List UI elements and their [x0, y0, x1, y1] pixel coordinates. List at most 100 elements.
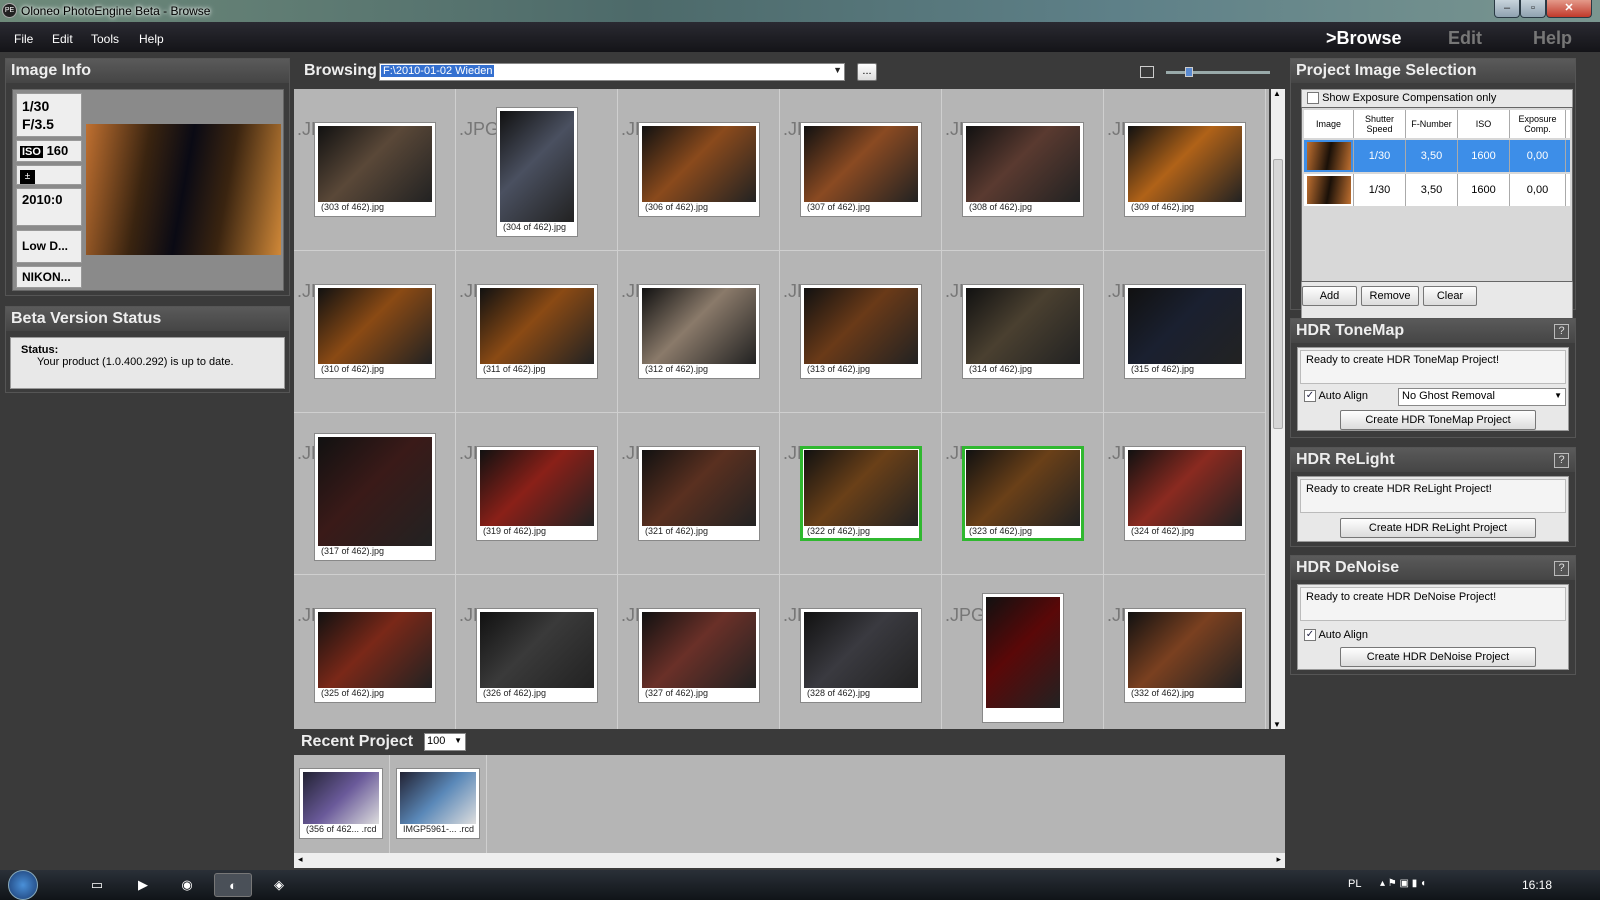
- start-button[interactable]: [8, 870, 38, 900]
- menu-tools[interactable]: Tools: [91, 32, 119, 46]
- grid-cell[interactable]: .JPG(328 of 462).jpg: [780, 575, 942, 729]
- thumbnail[interactable]: (308 of 462).jpg: [962, 122, 1084, 217]
- thumbnail[interactable]: (309 of 462).jpg: [1124, 122, 1246, 217]
- grid-cell[interactable]: .JPG(326 of 462).jpg: [456, 575, 618, 729]
- browse-folder-button[interactable]: ...: [857, 63, 877, 81]
- fit-view-icon[interactable]: [1140, 66, 1154, 78]
- grid-cell[interactable]: .JPG(317 of 462).jpg: [294, 413, 456, 575]
- thumbnail-selected[interactable]: (322 of 462).jpg: [800, 446, 922, 541]
- explorer-icon[interactable]: ▭: [78, 873, 116, 897]
- create-tonemap-button[interactable]: Create HDR ToneMap Project: [1340, 410, 1536, 430]
- recent-count-select[interactable]: 100 ▼: [424, 733, 466, 751]
- selection-column-header[interactable]: ISO: [1458, 110, 1510, 138]
- app-icon-taskbar[interactable]: ◈: [260, 873, 298, 897]
- add-button[interactable]: Add: [1302, 286, 1357, 306]
- ghost-removal-select[interactable]: No Ghost Removal ▼: [1398, 388, 1566, 406]
- grid-scrollbar[interactable]: ▲ ▼: [1271, 89, 1285, 729]
- selection-column-header[interactable]: Shutter Speed: [1354, 110, 1406, 138]
- denoise-help-button[interactable]: ?: [1554, 561, 1569, 576]
- close-button[interactable]: ✕: [1546, 0, 1592, 18]
- menu-file[interactable]: File: [14, 32, 33, 46]
- zoom-slider-track[interactable]: [1166, 67, 1270, 77]
- tonemap-auto-align-checkbox[interactable]: ✓: [1304, 390, 1316, 403]
- relight-help-button[interactable]: ?: [1554, 453, 1569, 468]
- grid-cell[interactable]: .JPG(312 of 462).jpg: [618, 251, 780, 413]
- selection-row[interactable]: 1/30 3,50 1600 0,00: [1304, 140, 1570, 172]
- thumbnail[interactable]: (319 of 462).jpg: [476, 446, 598, 541]
- create-denoise-button[interactable]: Create HDR DeNoise Project: [1340, 647, 1536, 667]
- grid-cell[interactable]: .JPG(306 of 462).jpg: [618, 89, 780, 251]
- selection-column-header[interactable]: Exposure Comp.: [1510, 110, 1566, 138]
- thumbnail[interactable]: [982, 593, 1064, 723]
- thumbnail[interactable]: (321 of 462).jpg: [638, 446, 760, 541]
- thumbnail[interactable]: (310 of 462).jpg: [314, 284, 436, 379]
- grid-cell[interactable]: .JPG(322 of 462).jpg: [780, 413, 942, 575]
- tonemap-auto-align[interactable]: ✓ Auto Align: [1304, 390, 1368, 403]
- clock[interactable]: 16:18: [1522, 878, 1552, 892]
- path-input[interactable]: F:\2010-01-02 Wieden ▼: [379, 63, 845, 81]
- maximize-button[interactable]: ▫: [1520, 0, 1546, 18]
- thumbnail[interactable]: (303 of 462).jpg: [314, 122, 436, 217]
- thumbnail[interactable]: (306 of 462).jpg: [638, 122, 760, 217]
- photoengine-icon[interactable]: ◐: [214, 873, 252, 897]
- menu-edit[interactable]: Edit: [52, 32, 73, 46]
- thumbnail-selected[interactable]: (323 of 462).jpg: [962, 446, 1084, 541]
- selection-column-header[interactable]: Image: [1304, 110, 1354, 138]
- recent-count-dropdown-icon[interactable]: ▼: [454, 736, 462, 745]
- minimize-button[interactable]: –: [1494, 0, 1520, 18]
- scroll-down-icon[interactable]: ▼: [1273, 720, 1281, 729]
- grid-cell[interactable]: .JPG(307 of 462).jpg: [780, 89, 942, 251]
- grid-cell[interactable]: .JPG(323 of 462).jpg: [942, 413, 1104, 575]
- grid-cell[interactable]: .JPG(315 of 462).jpg: [1104, 251, 1266, 413]
- create-relight-button[interactable]: Create HDR ReLight Project: [1340, 518, 1536, 538]
- grid-cell[interactable]: .JPG(309 of 462).jpg: [1104, 89, 1266, 251]
- thumbnail[interactable]: (327 of 462).jpg: [638, 608, 760, 703]
- clear-button[interactable]: Clear: [1423, 286, 1477, 306]
- scroll-left-icon[interactable]: ◂: [298, 854, 303, 865]
- grid-cell[interactable]: .JPG(313 of 462).jpg: [780, 251, 942, 413]
- show-exposure-option[interactable]: Show Exposure Compensation only: [1301, 89, 1573, 105]
- language-indicator[interactable]: PL: [1348, 878, 1361, 890]
- grid-cell[interactable]: .JPG(321 of 462).jpg: [618, 413, 780, 575]
- recent-project-item[interactable]: (356 of 462... .rcd: [294, 755, 390, 853]
- selection-column-header[interactable]: F-Number: [1406, 110, 1458, 138]
- thumbnail[interactable]: (317 of 462).jpg: [314, 433, 436, 561]
- thumbnail[interactable]: (326 of 462).jpg: [476, 608, 598, 703]
- scroll-right-icon[interactable]: ▸: [1276, 854, 1281, 865]
- mode-edit[interactable]: Edit: [1448, 28, 1482, 49]
- grid-cell[interactable]: .JPG(310 of 462).jpg: [294, 251, 456, 413]
- grid-cell[interactable]: .JPG(324 of 462).jpg: [1104, 413, 1266, 575]
- path-dropdown-icon[interactable]: ▼: [833, 65, 842, 75]
- grid-cell[interactable]: .JPG: [942, 575, 1104, 729]
- recent-project-thumbnail[interactable]: IMGP5961-... .rcd: [396, 768, 480, 839]
- thumbnail[interactable]: (314 of 462).jpg: [962, 284, 1084, 379]
- ghost-dropdown-icon[interactable]: ▼: [1554, 391, 1562, 400]
- grid-cell[interactable]: .JPG(308 of 462).jpg: [942, 89, 1104, 251]
- scroll-up-icon[interactable]: ▲: [1273, 89, 1281, 98]
- grid-scroll-thumb[interactable]: [1273, 159, 1283, 429]
- grid-cell[interactable]: .JPG(332 of 462).jpg: [1104, 575, 1266, 729]
- grid-cell[interactable]: .JPG(327 of 462).jpg: [618, 575, 780, 729]
- thumbnail[interactable]: (311 of 462).jpg: [476, 284, 598, 379]
- menu-help[interactable]: Help: [139, 32, 164, 46]
- grid-cell[interactable]: .JPG(325 of 462).jpg: [294, 575, 456, 729]
- thumbnail[interactable]: (312 of 462).jpg: [638, 284, 760, 379]
- denoise-auto-align-checkbox[interactable]: ✓: [1304, 629, 1316, 642]
- recent-project-thumbnail[interactable]: (356 of 462... .rcd: [299, 768, 383, 839]
- mode-help[interactable]: Help: [1533, 28, 1572, 49]
- thumbnail[interactable]: (304 of 462).jpg: [496, 107, 578, 237]
- denoise-auto-align[interactable]: ✓ Auto Align: [1304, 629, 1368, 642]
- thumbnail[interactable]: (332 of 462).jpg: [1124, 608, 1246, 703]
- thumbnail[interactable]: (328 of 462).jpg: [800, 608, 922, 703]
- grid-cell[interactable]: .JPG(319 of 462).jpg: [456, 413, 618, 575]
- selection-row[interactable]: 1/30 3,50 1600 0,00: [1304, 174, 1570, 206]
- tonemap-help-button[interactable]: ?: [1554, 324, 1569, 339]
- thumbnail[interactable]: (315 of 462).jpg: [1124, 284, 1246, 379]
- show-exposure-checkbox[interactable]: [1307, 92, 1319, 105]
- mode-browse[interactable]: >Browse: [1326, 28, 1402, 49]
- thumbnail[interactable]: (313 of 462).jpg: [800, 284, 922, 379]
- grid-cell[interactable]: .JPG(311 of 462).jpg: [456, 251, 618, 413]
- grid-cell[interactable]: .JPG (304 of 462).jpg: [456, 89, 618, 251]
- recent-hscrollbar[interactable]: ◂ ▸: [294, 853, 1285, 868]
- remove-button[interactable]: Remove: [1361, 286, 1419, 306]
